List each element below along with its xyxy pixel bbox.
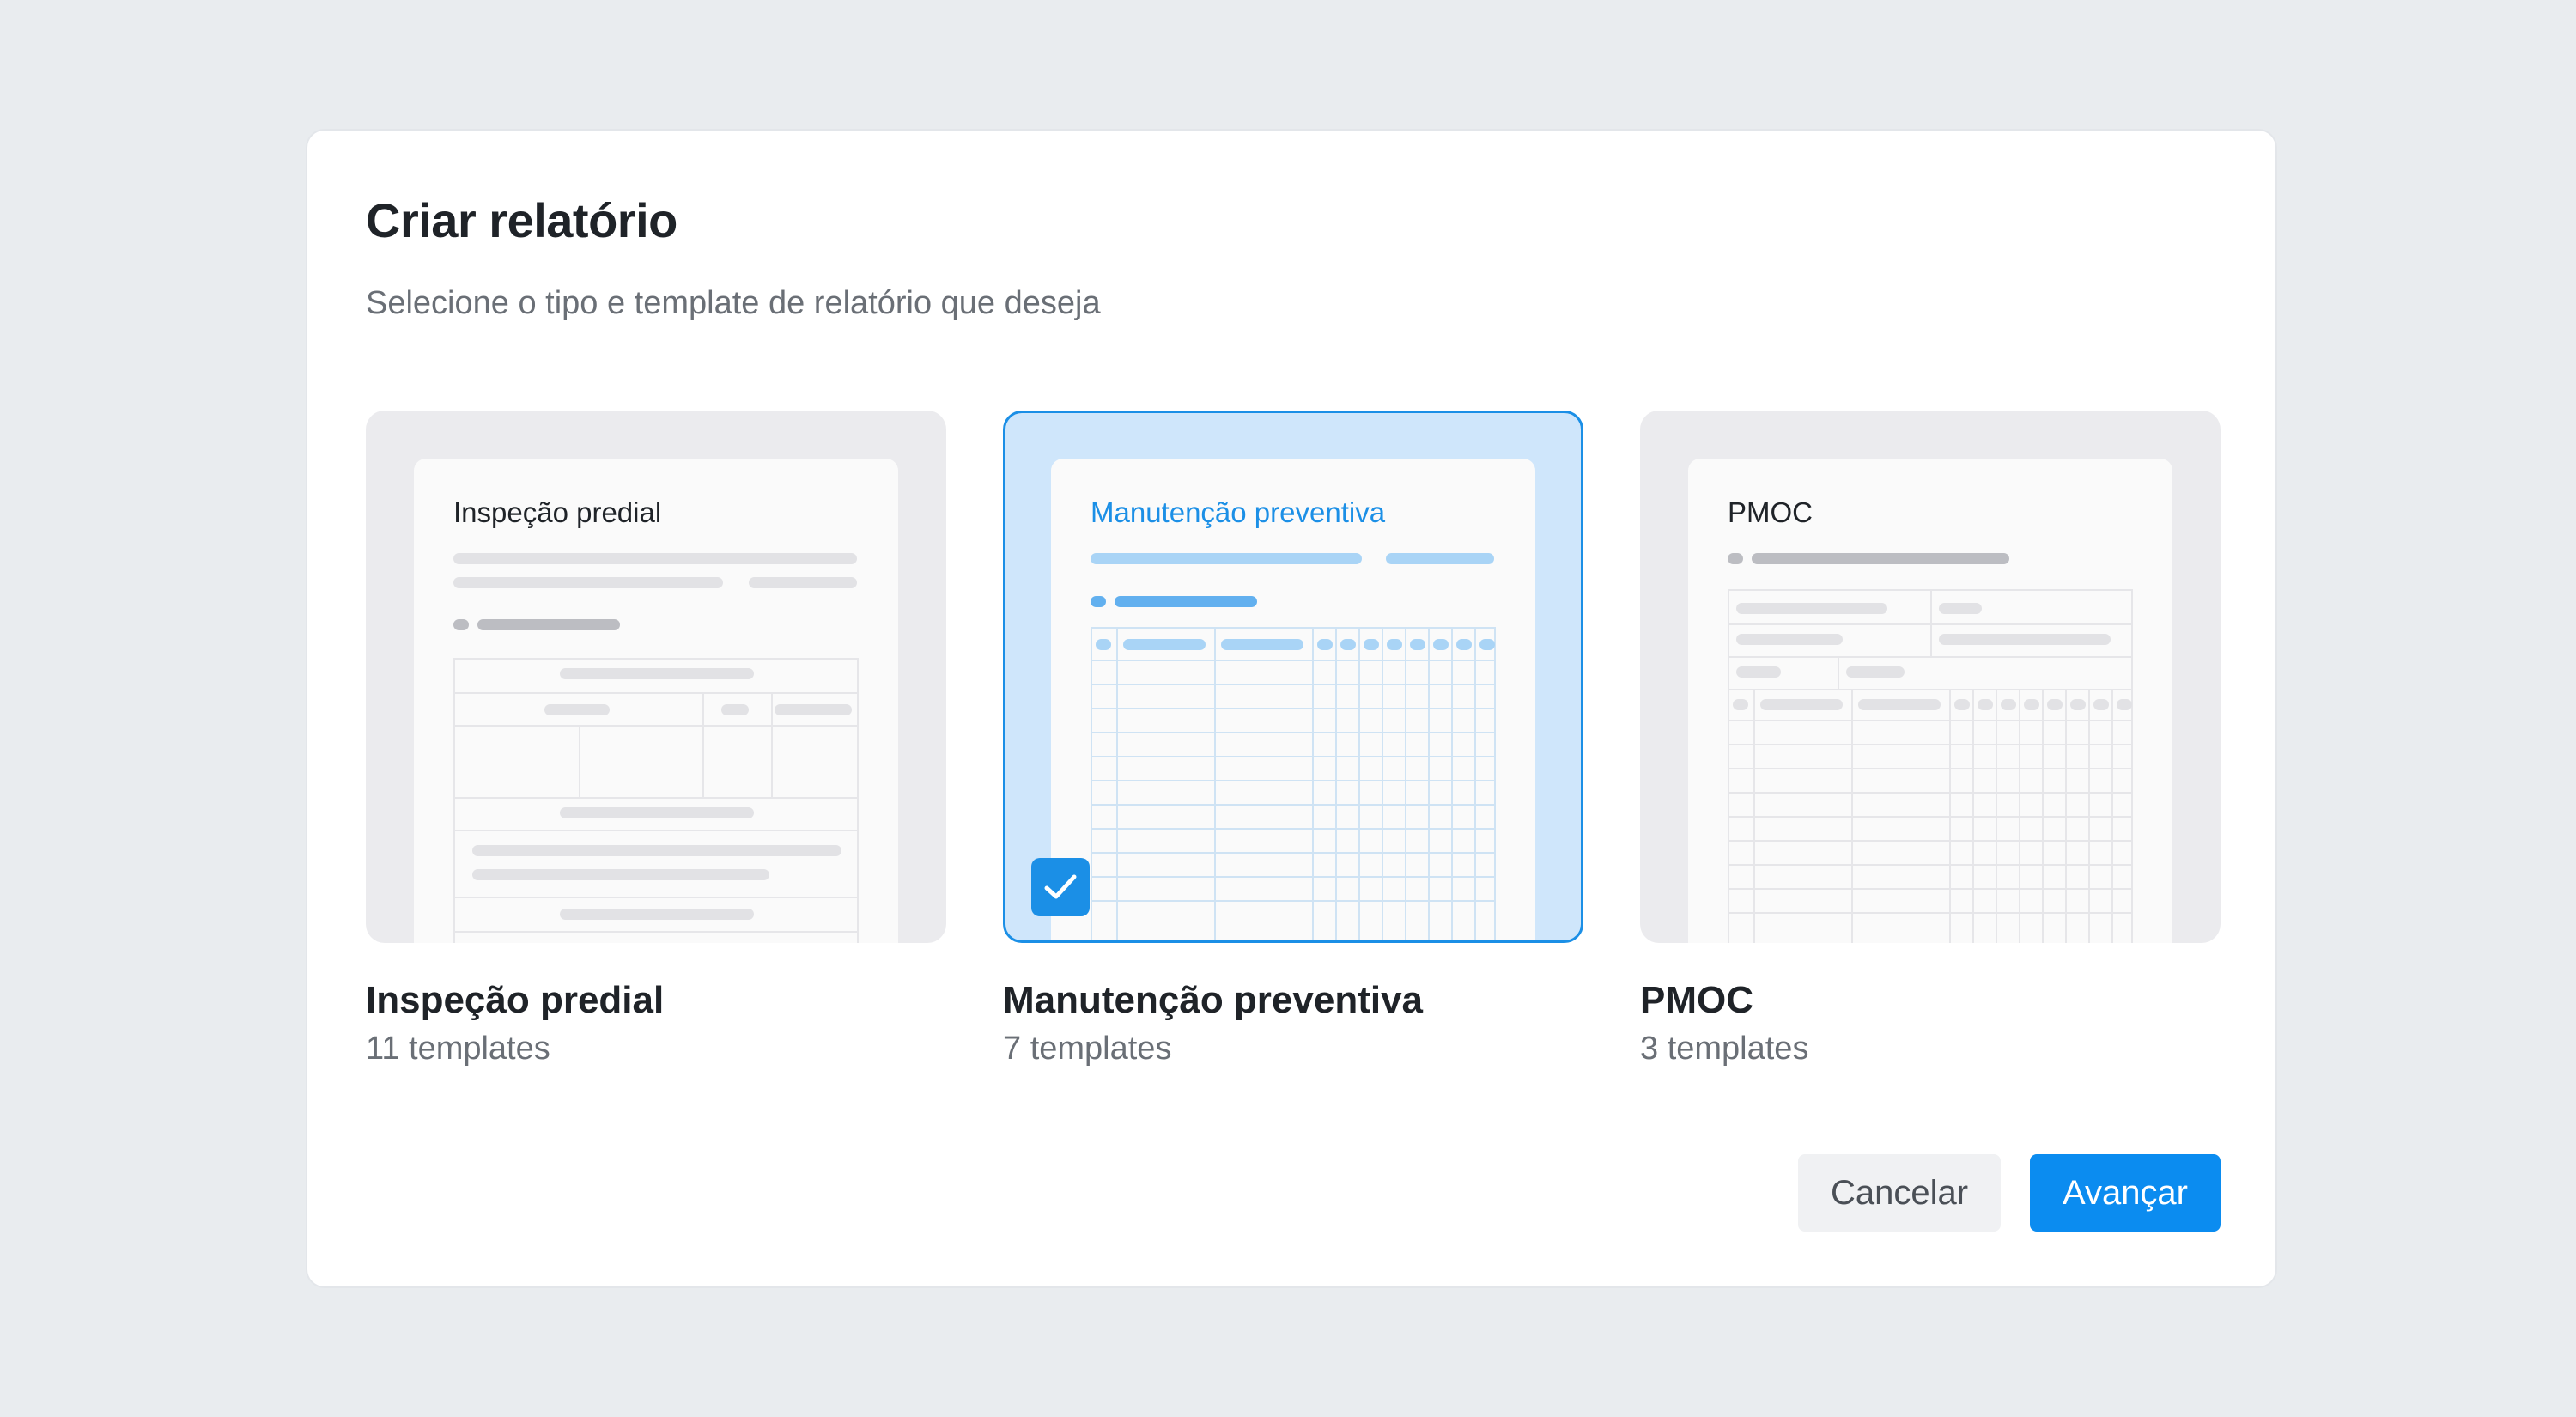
template-preview[interactable]: Inspeção predial bbox=[366, 411, 946, 943]
placeholder-table bbox=[1728, 589, 2133, 943]
placeholder-line bbox=[453, 553, 857, 564]
template-preview[interactable]: Manutenção preventiva bbox=[1003, 411, 1583, 943]
document-thumbnail: Inspeção predial bbox=[414, 459, 898, 943]
template-preview[interactable]: PMOC bbox=[1640, 411, 2221, 943]
placeholder-line bbox=[1091, 553, 1362, 564]
placeholder-table bbox=[1091, 627, 1496, 940]
template-count: 3 templates bbox=[1640, 1031, 1809, 1067]
report-type-name: PMOC bbox=[1640, 979, 1753, 1021]
document-thumbnail: Manutenção preventiva bbox=[1051, 459, 1535, 940]
report-type-card-manutencao-preventiva[interactable]: Manutenção preventiva Manutenção prevent… bbox=[1003, 411, 1583, 1067]
dialog-subtitle: Selecione o tipo e template de relatório… bbox=[366, 285, 1101, 321]
dialog-title: Criar relatório bbox=[366, 193, 677, 247]
document-thumbnail: PMOC bbox=[1688, 459, 2172, 943]
next-button[interactable]: Avançar bbox=[2030, 1154, 2221, 1232]
placeholder-line bbox=[477, 619, 620, 630]
placeholder-line bbox=[453, 577, 723, 588]
preview-title: Manutenção preventiva bbox=[1091, 496, 1386, 528]
placeholder-line bbox=[749, 577, 857, 588]
checkbox-checked-icon[interactable] bbox=[1031, 858, 1090, 916]
cancel-button[interactable]: Cancelar bbox=[1798, 1154, 2001, 1232]
placeholder-line bbox=[1752, 553, 2009, 564]
placeholder-line bbox=[1386, 553, 1494, 564]
report-type-name: Manutenção preventiva bbox=[1003, 979, 1424, 1021]
template-count: 11 templates bbox=[366, 1031, 550, 1067]
placeholder-dot bbox=[1728, 553, 1743, 564]
report-type-card-pmoc[interactable]: PMOC PMOC 3 templates bbox=[1640, 411, 2221, 1067]
preview-title: Inspeção predial bbox=[453, 496, 662, 528]
placeholder-line bbox=[1115, 596, 1257, 607]
placeholder-dot bbox=[453, 619, 469, 630]
placeholder-table bbox=[453, 658, 859, 943]
placeholder-dot bbox=[1091, 596, 1106, 607]
preview-title: PMOC bbox=[1728, 496, 1813, 528]
report-type-name: Inspeção predial bbox=[366, 979, 665, 1021]
template-count: 7 templates bbox=[1003, 1031, 1172, 1067]
report-type-card-inspecao-predial[interactable]: Inspeção predial Inspeção predial 11 tem… bbox=[366, 411, 946, 1067]
create-report-dialog: Criar relatório Selecione o tipo e templ… bbox=[306, 129, 2277, 1288]
